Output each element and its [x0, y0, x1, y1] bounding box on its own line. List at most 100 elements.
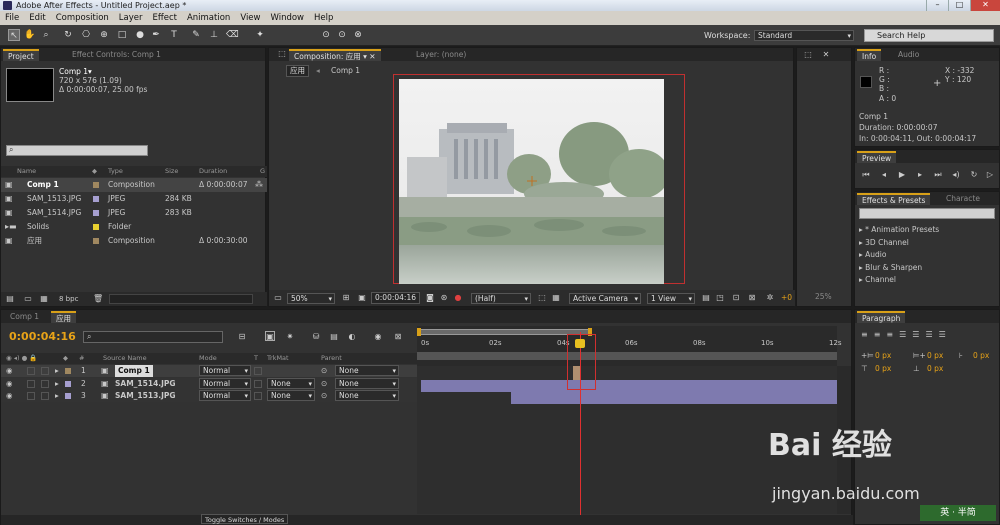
project-item[interactable]: ▣ Comp 1 Composition Δ 0:00:00:07 ⁂ [1, 178, 267, 192]
project-item[interactable]: ▣ SAM_1513.JPG JPEG 284 KB [1, 192, 267, 206]
comp-viewer-image[interactable] [399, 79, 664, 284]
timecode-camera-icon[interactable]: ▣ [357, 293, 367, 303]
frame-blending-icon[interactable]: ▤ [329, 332, 339, 342]
timeline-timecode[interactable]: 0:00:04:16 [9, 330, 76, 343]
expand-triangle-icon[interactable]: ▸ [55, 378, 59, 390]
layer-source-name[interactable]: SAM_1514.JPG [115, 378, 176, 390]
panel-lock-icon[interactable]: ⬚ [803, 50, 813, 60]
layer-3-bar[interactable] [511, 392, 837, 404]
menu-item-layer[interactable]: Layer [114, 13, 148, 23]
tab-preview[interactable]: Preview [857, 151, 897, 163]
label-color-swatch[interactable] [65, 380, 71, 387]
lock-icon[interactable]: ⬚ [277, 49, 287, 59]
layer-trkmat-select[interactable]: None [267, 377, 315, 389]
effects-category[interactable]: ▸ Audio [859, 249, 989, 261]
graph-editor-icon[interactable]: ◉ [373, 332, 383, 342]
solo-switch[interactable] [27, 379, 35, 388]
timeline-icon[interactable]: ⊡ [731, 293, 741, 303]
label-color-swatch[interactable] [93, 210, 99, 216]
menu-item-composition[interactable]: Composition [51, 13, 114, 23]
project-item[interactable]: ▸▬ Solids Folder [1, 220, 267, 234]
comp-crumb-next[interactable]: Comp 1 [331, 66, 360, 75]
layer-parent-select[interactable]: None [335, 365, 399, 376]
justify-right-icon[interactable]: ☰ [925, 330, 932, 339]
hide-shy-icon[interactable]: ⛁ [311, 332, 321, 342]
camera-view-select[interactable]: Active Camera [569, 293, 641, 304]
pan-behind-tool-icon[interactable]: ⊕ [98, 29, 110, 41]
menu-item-help[interactable]: Help [309, 13, 338, 23]
trash-icon[interactable]: 🗑 [93, 294, 103, 304]
tab-paragraph[interactable]: Paragraph [857, 311, 906, 323]
lock-switch[interactable] [41, 379, 49, 388]
always-preview-icon[interactable]: ▭ [273, 293, 283, 303]
world-axis-icon[interactable]: ⊙ [336, 29, 348, 41]
magnification-select[interactable]: 50% [287, 293, 335, 304]
prev-frame-icon[interactable]: ◂ [879, 170, 889, 180]
ram-preview-icon[interactable]: ▷ [985, 170, 995, 180]
tab-effect-controls[interactable]: Effect Controls: Comp 1 [67, 49, 166, 61]
tab-audio[interactable]: Audio [893, 49, 924, 61]
time-ruler[interactable]: 0s 02s 04s 06s 08s 10s 12s [417, 326, 842, 366]
align-left-icon[interactable]: ≡ [861, 330, 868, 339]
col-trkmat[interactable]: TrkMat [267, 353, 289, 364]
next-frame-icon[interactable]: ▸ [915, 170, 925, 180]
label-color-swatch[interactable] [93, 182, 99, 188]
eye-icon[interactable]: ◉ [6, 365, 13, 377]
preserve-transparency-switch[interactable] [254, 392, 262, 400]
work-area-start-handle[interactable] [417, 328, 421, 336]
menu-item-animation[interactable]: Animation [182, 13, 235, 23]
timeline-search-input[interactable]: ⌕ [83, 331, 223, 343]
project-scrollbar[interactable] [109, 294, 253, 304]
axis-mode-icon[interactable]: ⊙ [320, 29, 332, 41]
label-color-swatch[interactable] [65, 368, 71, 374]
layer-source-name[interactable]: SAM_1513.JPG [115, 390, 176, 402]
effects-category[interactable]: ▸ Channel [859, 274, 989, 286]
zoom-tool-icon[interactable]: ⌕ [40, 29, 52, 41]
justify-center-icon[interactable]: ☰ [912, 330, 919, 339]
menu-item-window[interactable]: Window [265, 13, 309, 23]
brush-tool-icon[interactable]: ✎ [190, 29, 202, 41]
layer-row[interactable]: ◉ ▸ 3 ▣ SAM_1513.JPG Normal None ⊙ None [1, 390, 417, 402]
label-color-swatch[interactable] [93, 224, 99, 230]
motion-blur-icon[interactable]: ◐ [347, 332, 357, 342]
col-t[interactable]: T [254, 353, 258, 364]
eraser-tool-icon[interactable]: ⌫ [226, 29, 239, 41]
tab-layer[interactable]: Layer: (none) [411, 49, 471, 61]
layer-parent-select[interactable]: None [335, 390, 399, 401]
region-of-interest-icon[interactable]: ⬚ [537, 293, 547, 303]
last-frame-icon[interactable]: ⏭ [933, 170, 943, 180]
pen-tool-icon[interactable]: ✒ [150, 29, 162, 41]
toggle-switches-modes-button[interactable]: Toggle Switches / Modes [201, 514, 289, 524]
maximize-button[interactable]: □ [948, 0, 970, 11]
minimize-button[interactable]: – [926, 0, 948, 11]
resolution-select[interactable]: (Half) [471, 293, 531, 304]
expand-triangle-icon[interactable]: ▸ [55, 390, 59, 402]
rotate-tool-icon[interactable]: ↻ [62, 29, 74, 41]
layer-mode-select[interactable]: Normal [199, 390, 251, 401]
layer-mode-select[interactable]: Normal [199, 365, 251, 376]
camera-tool-icon[interactable]: ⎔ [80, 29, 92, 41]
tab-info[interactable]: Info [857, 49, 882, 61]
effects-category[interactable]: ▸ 3D Channel [859, 237, 989, 249]
layer-2-bar[interactable] [421, 380, 837, 392]
preserve-transparency-switch[interactable] [254, 367, 262, 375]
label-color-swatch[interactable] [93, 238, 99, 244]
lock-switch[interactable] [41, 367, 49, 375]
col-name[interactable]: Name [17, 166, 36, 177]
menu-item-file[interactable]: File [0, 13, 24, 23]
text-tool-icon[interactable]: T [168, 29, 180, 41]
workspace-select[interactable]: Standard [754, 30, 854, 41]
selection-tool-icon[interactable]: ↖ [8, 29, 20, 41]
justify-all-icon[interactable]: ☰ [939, 330, 946, 339]
new-folder-icon[interactable]: ▭ [23, 294, 33, 304]
preserve-transparency-switch[interactable] [254, 379, 262, 388]
interpret-footage-icon[interactable]: ▤ [5, 294, 15, 304]
work-area-bar[interactable] [419, 329, 591, 335]
project-item[interactable]: ▣ SAM_1514.JPG JPEG 283 KB [1, 206, 267, 220]
panel-close-icon[interactable]: ✕ [821, 50, 831, 60]
tab-composition[interactable]: Composition: 应用 ▾ ✕ [289, 49, 381, 61]
menu-item-effect[interactable]: Effect [148, 13, 182, 23]
bpc-label[interactable]: 8 bpc [59, 295, 78, 303]
brainstorm-icon[interactable]: ⊠ [393, 332, 403, 342]
indent-left-value[interactable]: 0 px [875, 351, 891, 360]
